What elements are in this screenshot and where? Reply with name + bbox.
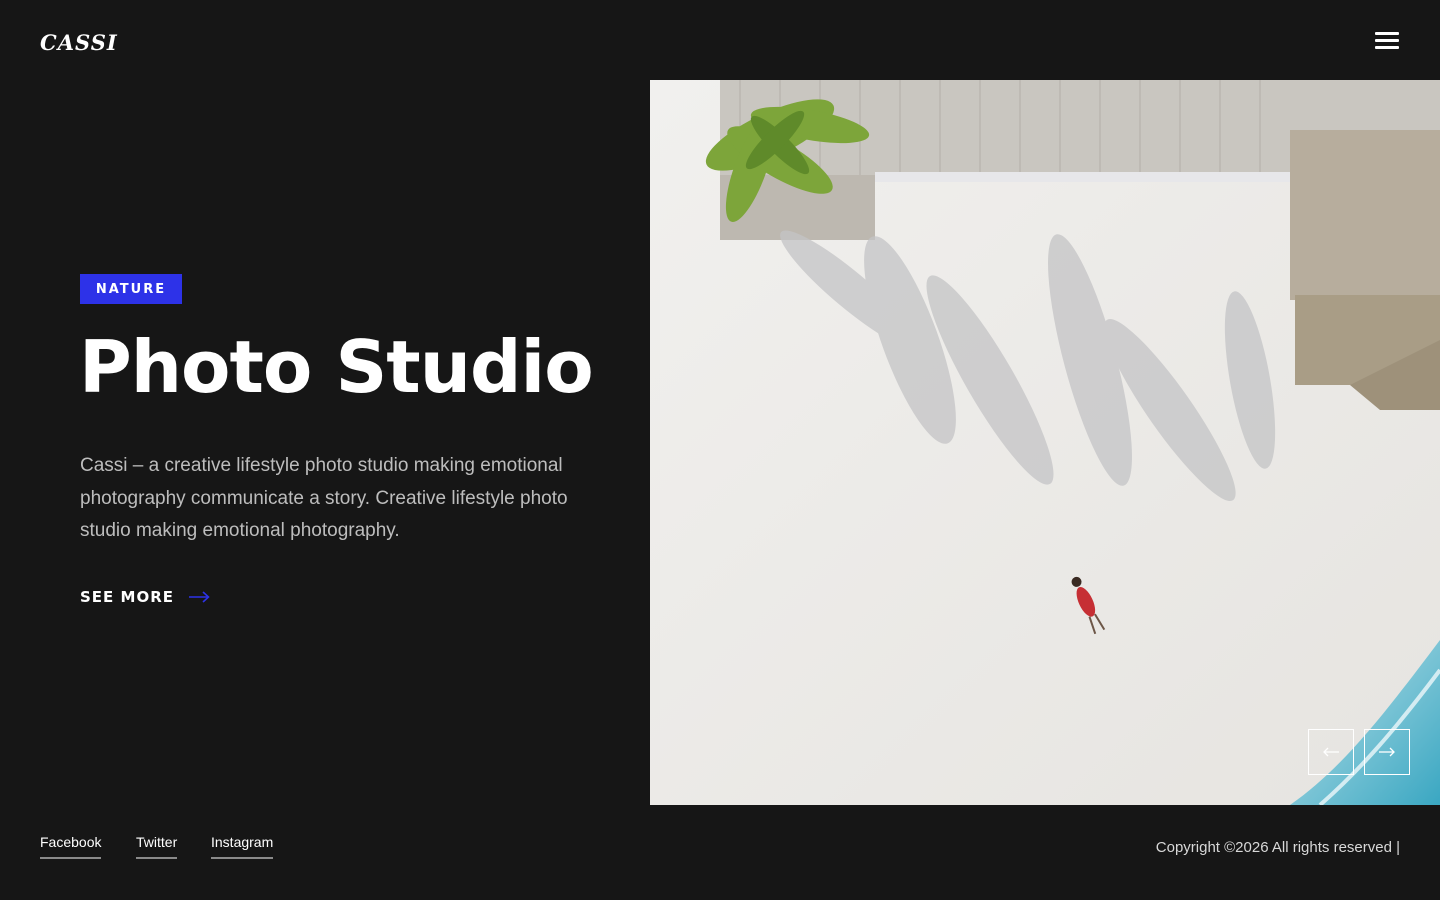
category-tag[interactable]: NATURE	[80, 274, 182, 304]
twitter-link[interactable]: Twitter	[136, 834, 178, 859]
hamburger-menu-icon[interactable]	[1375, 32, 1399, 51]
hero-description: Cassi – a creative lifestyle photo studi…	[80, 455, 568, 541]
arrow-right-icon	[1379, 747, 1395, 757]
see-more-label: SEE MORE	[80, 588, 174, 606]
facebook-link[interactable]: Facebook	[40, 834, 102, 859]
see-more-link[interactable]: SEE MORE	[80, 588, 210, 606]
aerial-beach-photo	[650, 80, 1440, 805]
slider-prev-button[interactable]	[1308, 729, 1354, 775]
page-title: Photo Studio	[79, 325, 594, 409]
brand-logo[interactable]: CASSI	[40, 30, 118, 55]
arrow-right-icon	[189, 591, 210, 603]
instagram-link[interactable]: Instagram	[211, 834, 274, 859]
copyright-text: Copyright ©2026 All rights reserved |	[1155, 839, 1400, 856]
arrow-left-icon	[1323, 747, 1339, 757]
slider-next-button[interactable]	[1364, 729, 1410, 775]
hero-image	[650, 80, 1440, 805]
